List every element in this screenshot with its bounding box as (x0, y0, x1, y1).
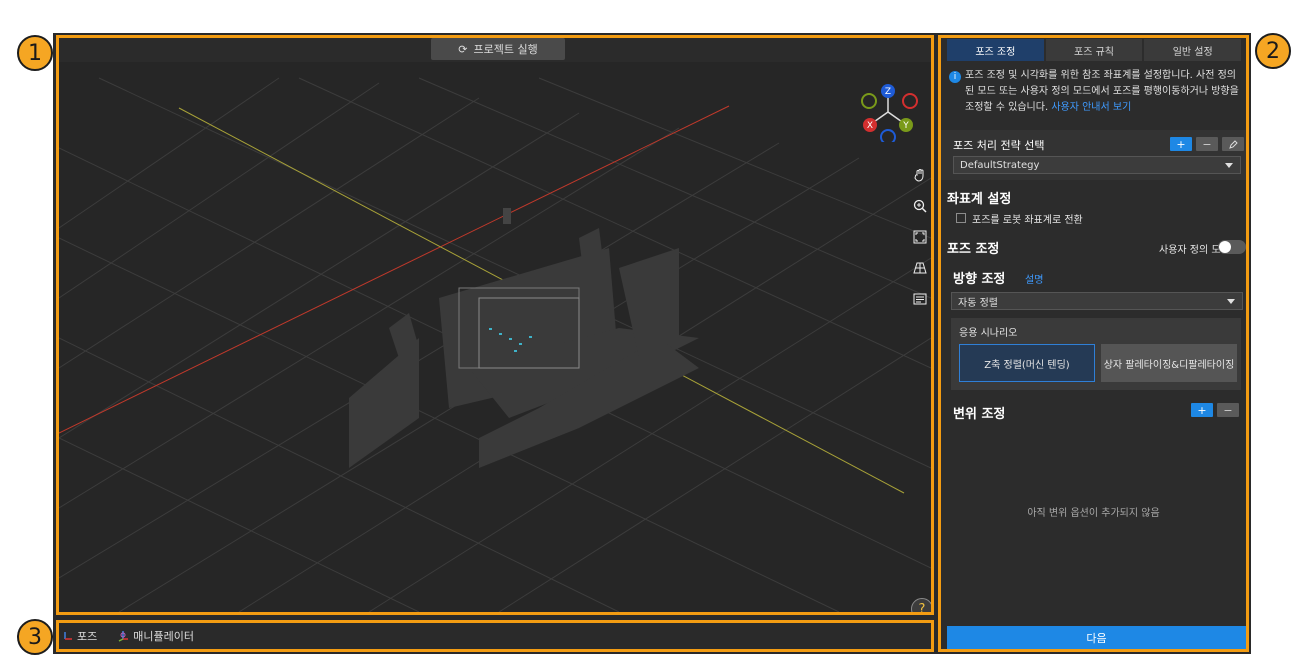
settings-panel: 포즈 조정 포즈 규칙 일반 설정 i 포즈 조정 및 시각화를 위한 참조 좌… (938, 35, 1249, 652)
callout-3: 3 (17, 619, 53, 655)
point-cloud (349, 228, 699, 468)
strategy-title: 포즈 처리 전략 선택 (953, 139, 1045, 152)
scenario-palletizing-button[interactable]: 상자 팔레타이징&디팔레타이징 (1101, 344, 1237, 382)
scenario-box: 응용 시나리오 Z축 정렬(머신 텐딩) 상자 팔레타이징&디팔레타이징 (951, 318, 1241, 390)
run-project-label: 프로젝트 실행 (473, 43, 538, 56)
orientation-title: 방향 조정 (953, 272, 1006, 287)
axis-gizmo[interactable]: Z X Y (855, 82, 921, 142)
edit-icon (1228, 139, 1238, 149)
remove-translation-button[interactable]: − (1217, 403, 1239, 417)
add-translation-button[interactable]: + (1191, 403, 1213, 417)
fit-view-icon[interactable] (909, 226, 931, 248)
custom-mode-toggle[interactable] (1218, 240, 1246, 254)
manipulator-icon (118, 631, 129, 642)
manipulator-toggle-label: 매니퓰레이터 (133, 630, 194, 643)
next-button[interactable]: 다음 (947, 626, 1246, 649)
pose-toggle-label: 포즈 (77, 630, 98, 643)
orientation-select-value: 자동 정렬 (958, 297, 998, 309)
axis-x-label: X (867, 121, 873, 131)
axis-y-label: Y (902, 121, 909, 131)
coord-title: 좌표계 설정 (947, 192, 1012, 207)
display-settings-icon[interactable] (909, 288, 931, 310)
floating-marker (503, 208, 511, 224)
strategy-section: 포즈 처리 전략 선택 + − DefaultStrategy (941, 130, 1246, 180)
zoom-in-icon[interactable] (909, 195, 931, 217)
pose-toggle[interactable]: 포즈 (63, 628, 97, 644)
viewport-side-tools (909, 164, 931, 319)
run-project-button[interactable]: ⟳ 프로젝트 실행 (431, 38, 565, 60)
orientation-help-link[interactable]: 설명 (1025, 271, 1043, 286)
refresh-icon: ⟳ (458, 42, 468, 56)
3d-viewport[interactable]: ⟳ 프로젝트 실행 Z X Y ? (56, 35, 934, 615)
strategy-select-value: DefaultStrategy (960, 159, 1040, 171)
bottom-display-bar: 포즈 매니퓰레이터 (56, 620, 934, 652)
edit-strategy-button[interactable] (1222, 137, 1244, 151)
chevron-down-icon (1225, 163, 1233, 168)
remove-strategy-button[interactable]: − (1196, 137, 1218, 151)
callout-1: 1 (17, 35, 53, 71)
chevron-down-icon (1227, 299, 1235, 304)
pose-adjust-title: 포즈 조정 (947, 242, 1000, 257)
strategy-select[interactable]: DefaultStrategy (953, 156, 1241, 174)
scenario-title: 응용 시나리오 (959, 328, 1018, 339)
help-button[interactable]: ? (911, 598, 931, 612)
step-tabs: 포즈 조정 포즈 규칙 일반 설정 (947, 39, 1243, 61)
pose-axis-icon (64, 632, 72, 640)
callout-2: 2 (1255, 33, 1291, 69)
tab-general-settings[interactable]: 일반 설정 (1144, 39, 1242, 61)
ground-grid (59, 77, 931, 612)
manipulator-toggle[interactable]: 매니퓰레이터 (117, 628, 194, 644)
perspective-grid-icon[interactable] (909, 257, 931, 279)
orientation-select[interactable]: 자동 정렬 (951, 292, 1243, 310)
robot-coord-label: 포즈를 로봇 좌표계로 전환 (972, 215, 1083, 226)
scenario-z-align-button[interactable]: Z축 정렬(머신 텐딩) (959, 344, 1095, 382)
translation-empty-text: 아직 변위 옵션이 추가되지 않음 (1027, 508, 1160, 519)
info-box: i 포즈 조정 및 시각화를 위한 참조 좌표계를 설정합니다. 사전 정의된 … (949, 68, 1243, 116)
add-strategy-button[interactable]: + (1170, 137, 1192, 151)
user-guide-link[interactable]: 사용자 안내서 보기 (1051, 102, 1131, 113)
translation-title: 변위 조정 (953, 407, 1006, 422)
axis-z-label: Z (885, 87, 891, 97)
hand-pan-icon[interactable] (909, 164, 931, 186)
info-icon: i (949, 71, 961, 83)
tab-pose-rules[interactable]: 포즈 규칙 (1045, 39, 1143, 61)
viewport-toolbar: ⟳ 프로젝트 실행 (59, 38, 931, 62)
screenshot-root: 1 2 3 ⟳ 프로젝트 실행 Z X Y ? 포즈 매니퓰레이터 포즈 조정 … (0, 0, 1304, 671)
robot-coord-checkbox[interactable] (956, 213, 966, 223)
tab-pose-adjust[interactable]: 포즈 조정 (947, 39, 1044, 61)
